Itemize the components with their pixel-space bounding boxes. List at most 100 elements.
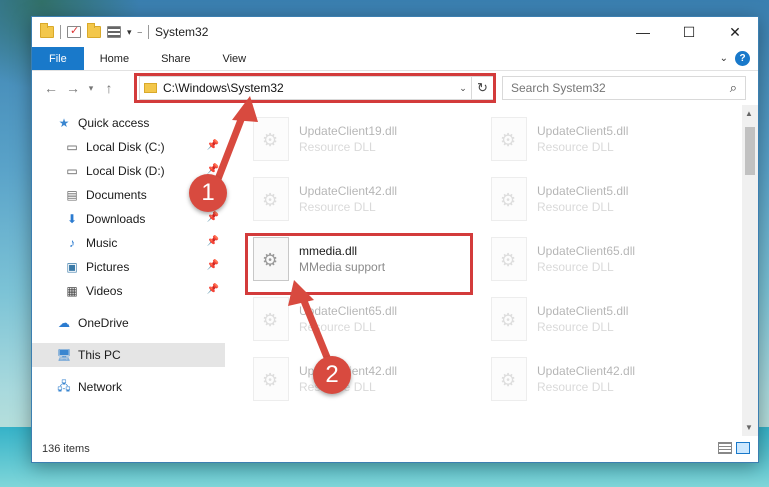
scrollbar-thumb[interactable] xyxy=(745,127,755,175)
chevron-down-icon[interactable]: ▾ xyxy=(127,27,132,38)
file-name: UpdateClient19.dll xyxy=(299,124,398,138)
sidebar-item-music[interactable]: ♪ Music 📌 xyxy=(32,231,225,255)
sidebar-item-quick-access[interactable]: ★ Quick access xyxy=(32,111,225,135)
search-box[interactable]: ⌕ xyxy=(502,76,746,100)
forward-button[interactable]: → xyxy=(62,80,84,96)
pin-icon[interactable]: 📌 xyxy=(207,140,219,151)
minimize-button[interactable]: — xyxy=(620,17,666,47)
navigation-pane: ★ Quick access ▭ Local Disk (C:) 📌 ▭ Loc… xyxy=(32,105,225,436)
folder-icon[interactable] xyxy=(40,23,54,38)
view-switcher xyxy=(718,442,750,454)
scroll-up-icon[interactable]: ▲ xyxy=(745,109,753,118)
window-title: System32 xyxy=(155,25,209,39)
file-name: UpdateClient65.dll xyxy=(299,304,398,318)
sidebar-item-downloads[interactable]: ⬇ Downloads 📌 xyxy=(32,207,225,231)
search-input[interactable] xyxy=(511,81,730,95)
new-folder-icon[interactable] xyxy=(87,23,101,38)
music-icon: ♪ xyxy=(69,236,75,250)
sidebar-item-label: Music xyxy=(86,236,118,250)
title-bar: ▾ ⎯ System32 — ☐ ✕ xyxy=(32,17,758,47)
properties-icon[interactable] xyxy=(67,24,81,38)
divider xyxy=(60,25,61,39)
cloud-icon: ☁ xyxy=(58,316,70,330)
details-view-icon[interactable] xyxy=(718,442,732,454)
sidebar-item-this-pc[interactable]: 🖥 This PC xyxy=(32,343,225,367)
file-description: Resource DLL xyxy=(537,260,614,274)
ribbon-tabs: File Home Share View ⌄ ? xyxy=(32,47,758,71)
tab-file[interactable]: File xyxy=(32,47,84,70)
dll-file-icon xyxy=(491,357,527,401)
pin-icon[interactable]: 📌 xyxy=(207,260,219,271)
file-description: Resource DLL xyxy=(299,320,376,334)
dll-file-icon xyxy=(491,177,527,221)
file-description: Resource DLL xyxy=(299,140,376,154)
list-item[interactable]: UpdateClient5.dll Resource DLL xyxy=(491,297,628,341)
sidebar-item-network[interactable]: 🖧 Network xyxy=(32,375,225,399)
dll-file-icon xyxy=(491,117,527,161)
list-item[interactable]: UpdateClient19.dll Resource DLL xyxy=(253,117,397,161)
download-icon: ⬇ xyxy=(66,212,78,226)
back-button[interactable]: ← xyxy=(40,80,62,96)
file-name: UpdateClient42.dll xyxy=(299,184,398,198)
step-badge-1: 1 xyxy=(189,174,227,212)
address-highlight xyxy=(134,73,496,103)
file-description: Resource DLL xyxy=(299,200,376,214)
file-description: Resource DLL xyxy=(537,140,614,154)
explorer-body: ★ Quick access ▭ Local Disk (C:) 📌 ▭ Loc… xyxy=(32,105,758,436)
file-description: Resource DLL xyxy=(537,200,614,214)
pin-icon[interactable]: 📌 xyxy=(207,212,219,223)
customize-toolbar-icon[interactable]: ⎯ xyxy=(138,27,143,38)
tiles-view-icon[interactable] xyxy=(736,442,750,454)
sidebar-item-pictures[interactable]: ▣ Pictures 📌 xyxy=(32,255,225,279)
pin-icon[interactable]: 📌 xyxy=(207,284,219,295)
search-icon[interactable]: ⌕ xyxy=(730,80,737,96)
dll-file-icon xyxy=(491,237,527,281)
scroll-down-icon[interactable]: ▼ xyxy=(745,423,753,432)
address-toolbar: ← → ▾ ↑ C:\Windows\System32 ⌄ ↻ ⌕ xyxy=(32,71,758,105)
view-icon[interactable] xyxy=(107,26,121,38)
list-item[interactable]: UpdateClient65.dll Resource DLL xyxy=(491,237,635,281)
up-button[interactable]: ↑ xyxy=(98,80,120,96)
drive-icon: ▭ xyxy=(66,140,78,154)
quick-access-toolbar: ▾ ⎯ xyxy=(32,23,150,39)
pictures-icon: ▣ xyxy=(66,260,78,274)
close-button[interactable]: ✕ xyxy=(712,17,758,47)
star-icon: ★ xyxy=(58,116,70,130)
sidebar-item-local-disk-c[interactable]: ▭ Local Disk (C:) 📌 xyxy=(32,135,225,159)
computer-icon: 🖥 xyxy=(56,348,72,362)
maximize-button[interactable]: ☐ xyxy=(666,17,712,47)
list-item[interactable]: UpdateClient42.dll Resource DLL xyxy=(253,177,397,221)
recent-locations-icon[interactable]: ▾ xyxy=(84,83,98,94)
file-list: UpdateClient19.dll Resource DLL UpdateCli… xyxy=(225,105,758,436)
network-icon: 🖧 xyxy=(57,378,71,393)
file-description: Resource DLL xyxy=(537,380,614,394)
list-item[interactable]: UpdateClient5.dll Resource DLL xyxy=(491,117,628,161)
dll-file-icon xyxy=(491,297,527,341)
pin-icon[interactable]: 📌 xyxy=(207,236,219,247)
tab-view[interactable]: View xyxy=(206,47,262,70)
file-name: UpdateClient5.dll xyxy=(537,304,629,318)
list-item[interactable]: UpdateClient42.dll Resource DLL xyxy=(491,357,635,401)
sidebar-item-label: Local Disk (C:) xyxy=(86,140,165,154)
tab-home[interactable]: Home xyxy=(84,47,145,70)
sidebar-item-label: Local Disk (D:) xyxy=(86,164,165,178)
list-item[interactable]: UpdateClient65.dll Resource DLL xyxy=(253,297,397,341)
step-badge-2: 2 xyxy=(313,356,351,394)
sidebar-item-label: Pictures xyxy=(86,260,130,274)
videos-icon: ▦ xyxy=(66,284,78,298)
divider xyxy=(148,25,150,39)
sidebar-item-onedrive[interactable]: ☁ OneDrive xyxy=(32,311,225,335)
sidebar-item-label: OneDrive xyxy=(78,316,129,330)
drive-icon: ▭ xyxy=(66,164,78,178)
dll-file-icon xyxy=(253,117,289,161)
sidebar-item-videos[interactable]: ▦ Videos 📌 xyxy=(32,279,225,303)
sidebar-item-label: Network xyxy=(78,380,123,394)
vertical-scrollbar[interactable]: ▲ ▼ xyxy=(742,105,758,436)
file-name: UpdateClient42.dll xyxy=(537,364,636,378)
sidebar-item-label: Videos xyxy=(86,284,123,298)
help-icon[interactable]: ? xyxy=(735,51,750,66)
item-count: 136 items xyxy=(42,443,90,455)
expand-ribbon-icon[interactable]: ⌄ xyxy=(720,53,728,64)
tab-share[interactable]: Share xyxy=(145,47,206,70)
list-item[interactable]: UpdateClient5.dll Resource DLL xyxy=(491,177,628,221)
